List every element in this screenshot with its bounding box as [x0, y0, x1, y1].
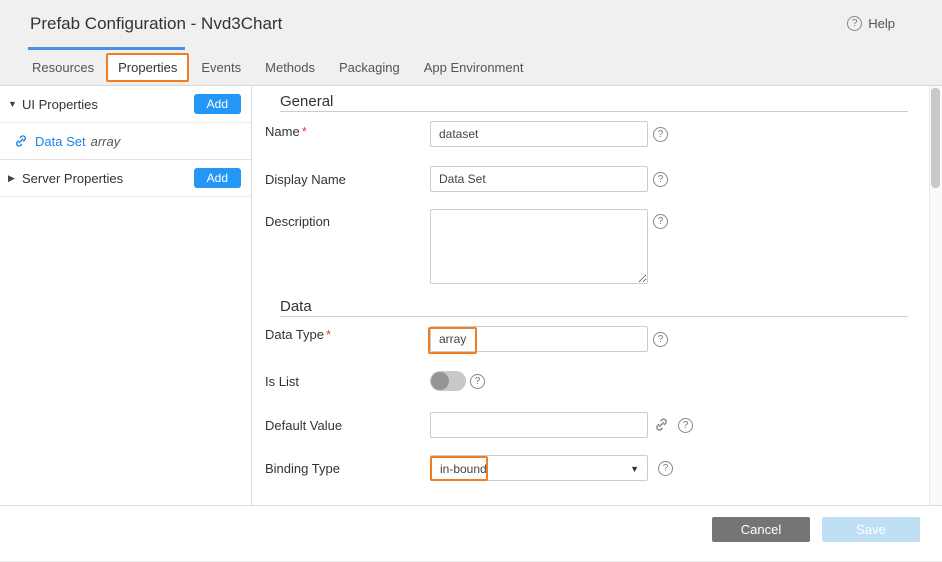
name-label: Name*	[265, 124, 307, 139]
is-list-toggle[interactable]	[430, 371, 466, 391]
sidebar-item-label: Data Set	[35, 134, 86, 149]
tab-packaging[interactable]: Packaging	[327, 53, 412, 82]
display-name-label: Display Name	[265, 172, 346, 187]
section-title-general: General	[280, 93, 333, 110]
sidebar-section-server-properties[interactable]: ▶ Server Properties Add	[0, 160, 251, 197]
required-marker: *	[326, 327, 331, 342]
name-field[interactable]	[430, 121, 648, 147]
help-button[interactable]: ? Help	[847, 16, 895, 31]
data-type-help-icon[interactable]: ?	[653, 332, 668, 347]
description-label: Description	[265, 214, 330, 229]
footer-divider	[0, 505, 942, 506]
sidebar-item-data-set[interactable]: Data Set array	[0, 123, 251, 160]
caret-down-icon[interactable]: ▼	[8, 99, 22, 109]
is-list-help-icon[interactable]: ?	[470, 374, 485, 389]
default-value-field[interactable]	[430, 412, 648, 438]
tab-properties[interactable]: Properties	[106, 53, 189, 82]
binding-type-select[interactable]: in-bound ▼	[430, 455, 648, 481]
sidebar-section-label: UI Properties	[22, 97, 98, 112]
default-value-label: Default Value	[265, 418, 342, 433]
add-server-property-button[interactable]: Add	[194, 168, 241, 188]
tab-bar: Resources Properties Events Methods Pack…	[0, 50, 942, 86]
required-marker: *	[302, 124, 307, 139]
bind-property-link-icon[interactable]	[654, 417, 669, 432]
scrollbar-thumb[interactable]	[931, 88, 940, 188]
section-divider	[280, 111, 908, 112]
page-title: Prefab Configuration - Nvd3Chart	[30, 14, 282, 34]
name-help-icon[interactable]: ?	[653, 127, 668, 142]
help-icon[interactable]: ?	[847, 16, 862, 31]
add-ui-property-button[interactable]: Add	[194, 94, 241, 114]
tab-methods[interactable]: Methods	[253, 53, 327, 82]
sidebar-section-label: Server Properties	[22, 171, 123, 186]
section-title-data: Data	[280, 298, 312, 315]
data-type-field[interactable]	[430, 326, 648, 352]
binding-type-label: Binding Type	[265, 461, 340, 476]
sidebar-item-type: array	[91, 134, 121, 149]
description-help-icon[interactable]: ?	[653, 214, 668, 229]
save-button[interactable]: Save	[822, 517, 920, 542]
caret-right-icon[interactable]: ▶	[8, 173, 22, 184]
binding-type-value: in-bound	[440, 462, 487, 476]
prefab-configuration-dialog: Prefab Configuration - Nvd3Chart ? Help …	[0, 0, 942, 562]
cancel-button[interactable]: Cancel	[712, 517, 810, 542]
description-field[interactable]	[430, 209, 648, 284]
sidebar-section-ui-properties[interactable]: ▼ UI Properties Add	[0, 86, 251, 123]
default-value-help-icon[interactable]: ?	[678, 418, 693, 433]
section-divider	[280, 316, 908, 317]
dialog-header: Prefab Configuration - Nvd3Chart ? Help	[0, 0, 942, 50]
display-name-help-icon[interactable]: ?	[653, 172, 668, 187]
toggle-knob	[431, 372, 449, 390]
tab-events[interactable]: Events	[189, 53, 253, 82]
sidebar: ▼ UI Properties Add Data Set array ▶ Ser…	[0, 86, 252, 505]
tab-app-environment[interactable]: App Environment	[412, 53, 536, 82]
display-name-field[interactable]	[430, 166, 648, 192]
tab-resources[interactable]: Resources	[20, 53, 106, 82]
is-list-label: Is List	[265, 374, 299, 389]
chevron-down-icon: ▼	[630, 464, 639, 474]
link-icon	[14, 134, 28, 148]
help-label: Help	[868, 16, 895, 31]
data-type-label: Data Type*	[265, 327, 331, 342]
binding-type-help-icon[interactable]: ?	[658, 461, 673, 476]
